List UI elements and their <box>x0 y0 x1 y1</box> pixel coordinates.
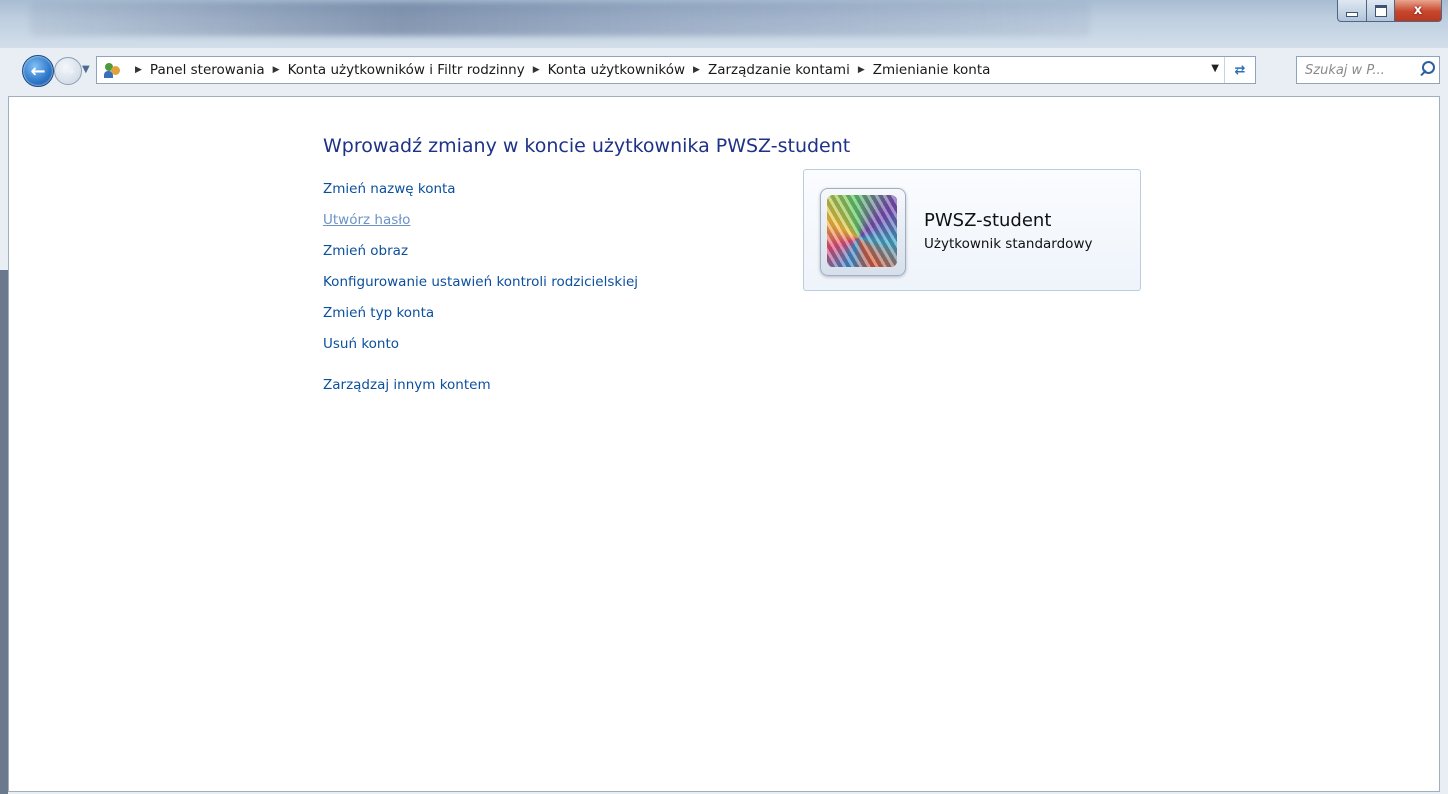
page-title: Wprowadź zmiany w koncie użytkownika PWS… <box>323 135 851 157</box>
breadcrumb: ▶ Panel sterowania ▶ Konta użytkowników … <box>127 62 990 78</box>
parental-controls-link[interactable]: Konfigurowanie ustawień kontroli rodzici… <box>323 272 638 303</box>
breadcrumb-separator-icon[interactable]: ▶ <box>135 65 142 75</box>
breadcrumb-item[interactable]: Konta użytkowników i Filtr rodzinny <box>288 62 525 78</box>
minimize-icon <box>1346 11 1358 17</box>
back-button[interactable]: ← <box>22 55 54 87</box>
user-accounts-icon <box>103 61 121 79</box>
avatar <box>827 195 897 267</box>
avatar-frame <box>820 188 906 276</box>
content-pane: Wprowadź zmiany w koncie użytkownika PWS… <box>8 96 1440 792</box>
blurred-window-title <box>30 2 1090 36</box>
refresh-icon: ⇄ <box>1234 62 1246 78</box>
delete-account-link[interactable]: Usuń konto <box>323 334 638 365</box>
address-bar[interactable]: ▶ Panel sterowania ▶ Konta użytkowników … <box>96 56 1256 84</box>
address-dropdown-icon[interactable]: ▼ <box>1211 63 1219 74</box>
create-password-link[interactable]: Utwórz hasło <box>323 210 638 241</box>
search-placeholder: Szukaj w P... <box>1305 62 1385 78</box>
change-account-type-link[interactable]: Zmień typ konta <box>323 303 638 334</box>
back-arrow-icon: ← <box>30 60 46 82</box>
breadcrumb-item[interactable]: Zmienianie konta <box>873 62 991 78</box>
rename-account-link[interactable]: Zmień nazwę konta <box>323 179 638 210</box>
minimize-button[interactable] <box>1337 0 1367 22</box>
breadcrumb-item[interactable]: Konta użytkowników <box>548 62 685 78</box>
account-name: PWSZ-student <box>924 210 1052 231</box>
recent-pages-dropdown-icon[interactable]: ▼ <box>82 64 90 75</box>
window-titlebar: x <box>0 0 1448 48</box>
breadcrumb-item[interactable]: Zarządzanie kontami <box>708 62 850 78</box>
search-icon[interactable] <box>1417 59 1439 81</box>
forward-arrow-icon: → <box>61 62 75 80</box>
user-account-card: PWSZ-student Użytkownik standardowy <box>803 169 1141 291</box>
maximize-button[interactable] <box>1367 0 1395 22</box>
maximize-icon <box>1374 4 1387 17</box>
close-button[interactable]: x <box>1395 0 1442 22</box>
refresh-button[interactable]: ⇄ <box>1224 57 1255 83</box>
window-controls: x <box>1337 0 1442 22</box>
breadcrumb-separator-icon[interactable]: ▶ <box>693 65 700 75</box>
change-picture-link[interactable]: Zmień obraz <box>323 241 638 272</box>
account-type: Użytkownik standardowy <box>924 236 1093 252</box>
breadcrumb-item[interactable]: Panel sterowania <box>150 62 265 78</box>
breadcrumb-separator-icon[interactable]: ▶ <box>533 65 540 75</box>
navigation-bar: ← → ▼ ▶ Panel sterowania ▶ Konta użytkow… <box>0 52 1448 94</box>
task-links: Zmień nazwę konta Utwórz hasło Zmień obr… <box>323 179 638 406</box>
close-icon: x <box>1413 3 1423 18</box>
window-left-edge <box>0 270 8 794</box>
manage-other-account-link[interactable]: Zarządzaj innym kontem <box>323 375 638 406</box>
breadcrumb-separator-icon[interactable]: ▶ <box>273 65 280 75</box>
search-input[interactable]: Szukaj w P... <box>1296 56 1440 84</box>
forward-button[interactable]: → <box>54 57 82 85</box>
breadcrumb-separator-icon[interactable]: ▶ <box>858 65 865 75</box>
